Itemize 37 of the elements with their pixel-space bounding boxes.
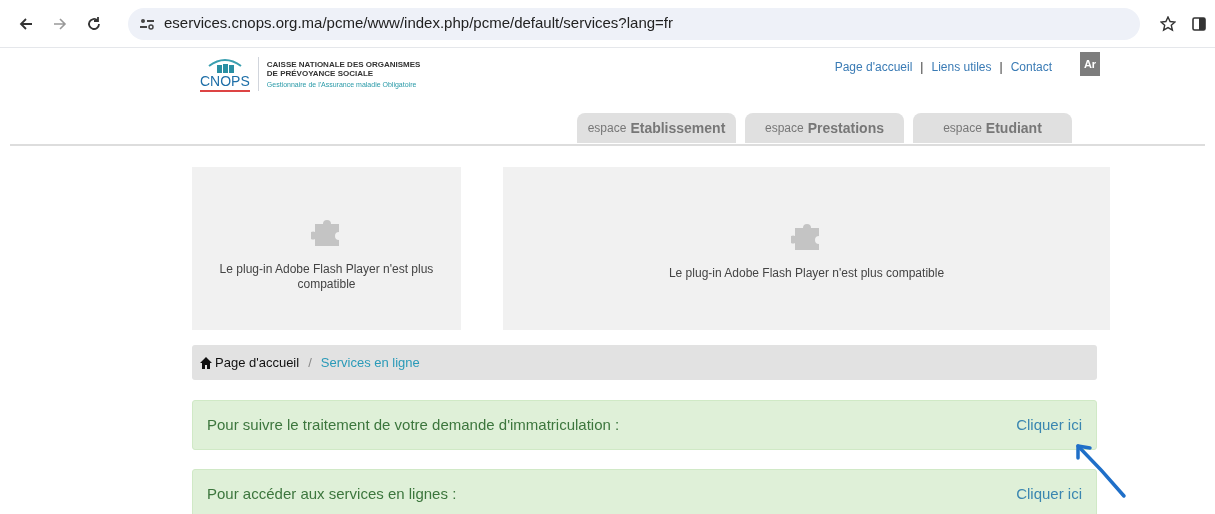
url-text: eservices.cnops.org.ma/pcme/www/index.php/pcme/default/services?lang=fr (164, 13, 673, 34)
tab-prefix: espace (587, 120, 627, 137)
tab-label: Etablissement (630, 118, 726, 138)
tab[interactable]: espace Prestations (745, 113, 904, 143)
home-icon (200, 356, 212, 369)
back-icon[interactable] (18, 15, 34, 32)
logo-brand: CNOPS (200, 74, 250, 92)
service-text: Pour accéder aux services en lignes : (207, 483, 457, 504)
breadcrumb-link[interactable]: Page d'accueil (215, 352, 300, 373)
plugin-message: Le plug-in Adobe Flash Player n'est plus compatible (667, 266, 946, 281)
link-separator: | (920, 59, 924, 76)
link-separator: | (999, 59, 1003, 76)
service-link[interactable]: Cliquer ici (1016, 482, 1082, 506)
service-text: Pour suivre le traitement de votre demande d'immatriculation : (207, 414, 620, 435)
tab-label: Etudiant (985, 118, 1042, 138)
service-link[interactable]: Cliquer ici (1016, 413, 1082, 437)
header-link[interactable]: Contact (1010, 58, 1052, 76)
tab[interactable]: espace Etablissement (577, 113, 736, 143)
plugin-message: Le plug-in Adobe Flash Player n'est plus compatible (218, 261, 435, 292)
breadcrumb-separator: / (308, 353, 312, 372)
forward-icon[interactable] (52, 15, 68, 32)
breadcrumb-current: Services en ligne (320, 353, 420, 372)
site-settings-icon[interactable] (140, 17, 154, 30)
logo-title: DE PRÉVOYANCE SOCIALE (266, 69, 375, 78)
logo-title: CAISSE NATIONALE DES ORGANISMES (266, 60, 421, 69)
address-bar[interactable]: eservices.cnops.org.ma/pcme/www/index.php/pcme/default/services?lang=fr (128, 7, 1140, 40)
reload-icon[interactable] (86, 15, 102, 32)
tab-label: Prestations (807, 118, 884, 138)
side-panel-icon[interactable] (1192, 16, 1206, 31)
header-link[interactable]: Page d'accueil (834, 58, 913, 76)
tab-prefix: espace (765, 120, 804, 137)
tab[interactable]: espace Etudiant (913, 113, 1072, 143)
header-link[interactable]: Liens utiles (931, 58, 992, 76)
tab-prefix: espace (943, 120, 982, 137)
logo-icon (206, 56, 243, 74)
bookmark-star-icon[interactable] (1160, 15, 1176, 32)
language-button[interactable]: Ar (1080, 52, 1100, 76)
